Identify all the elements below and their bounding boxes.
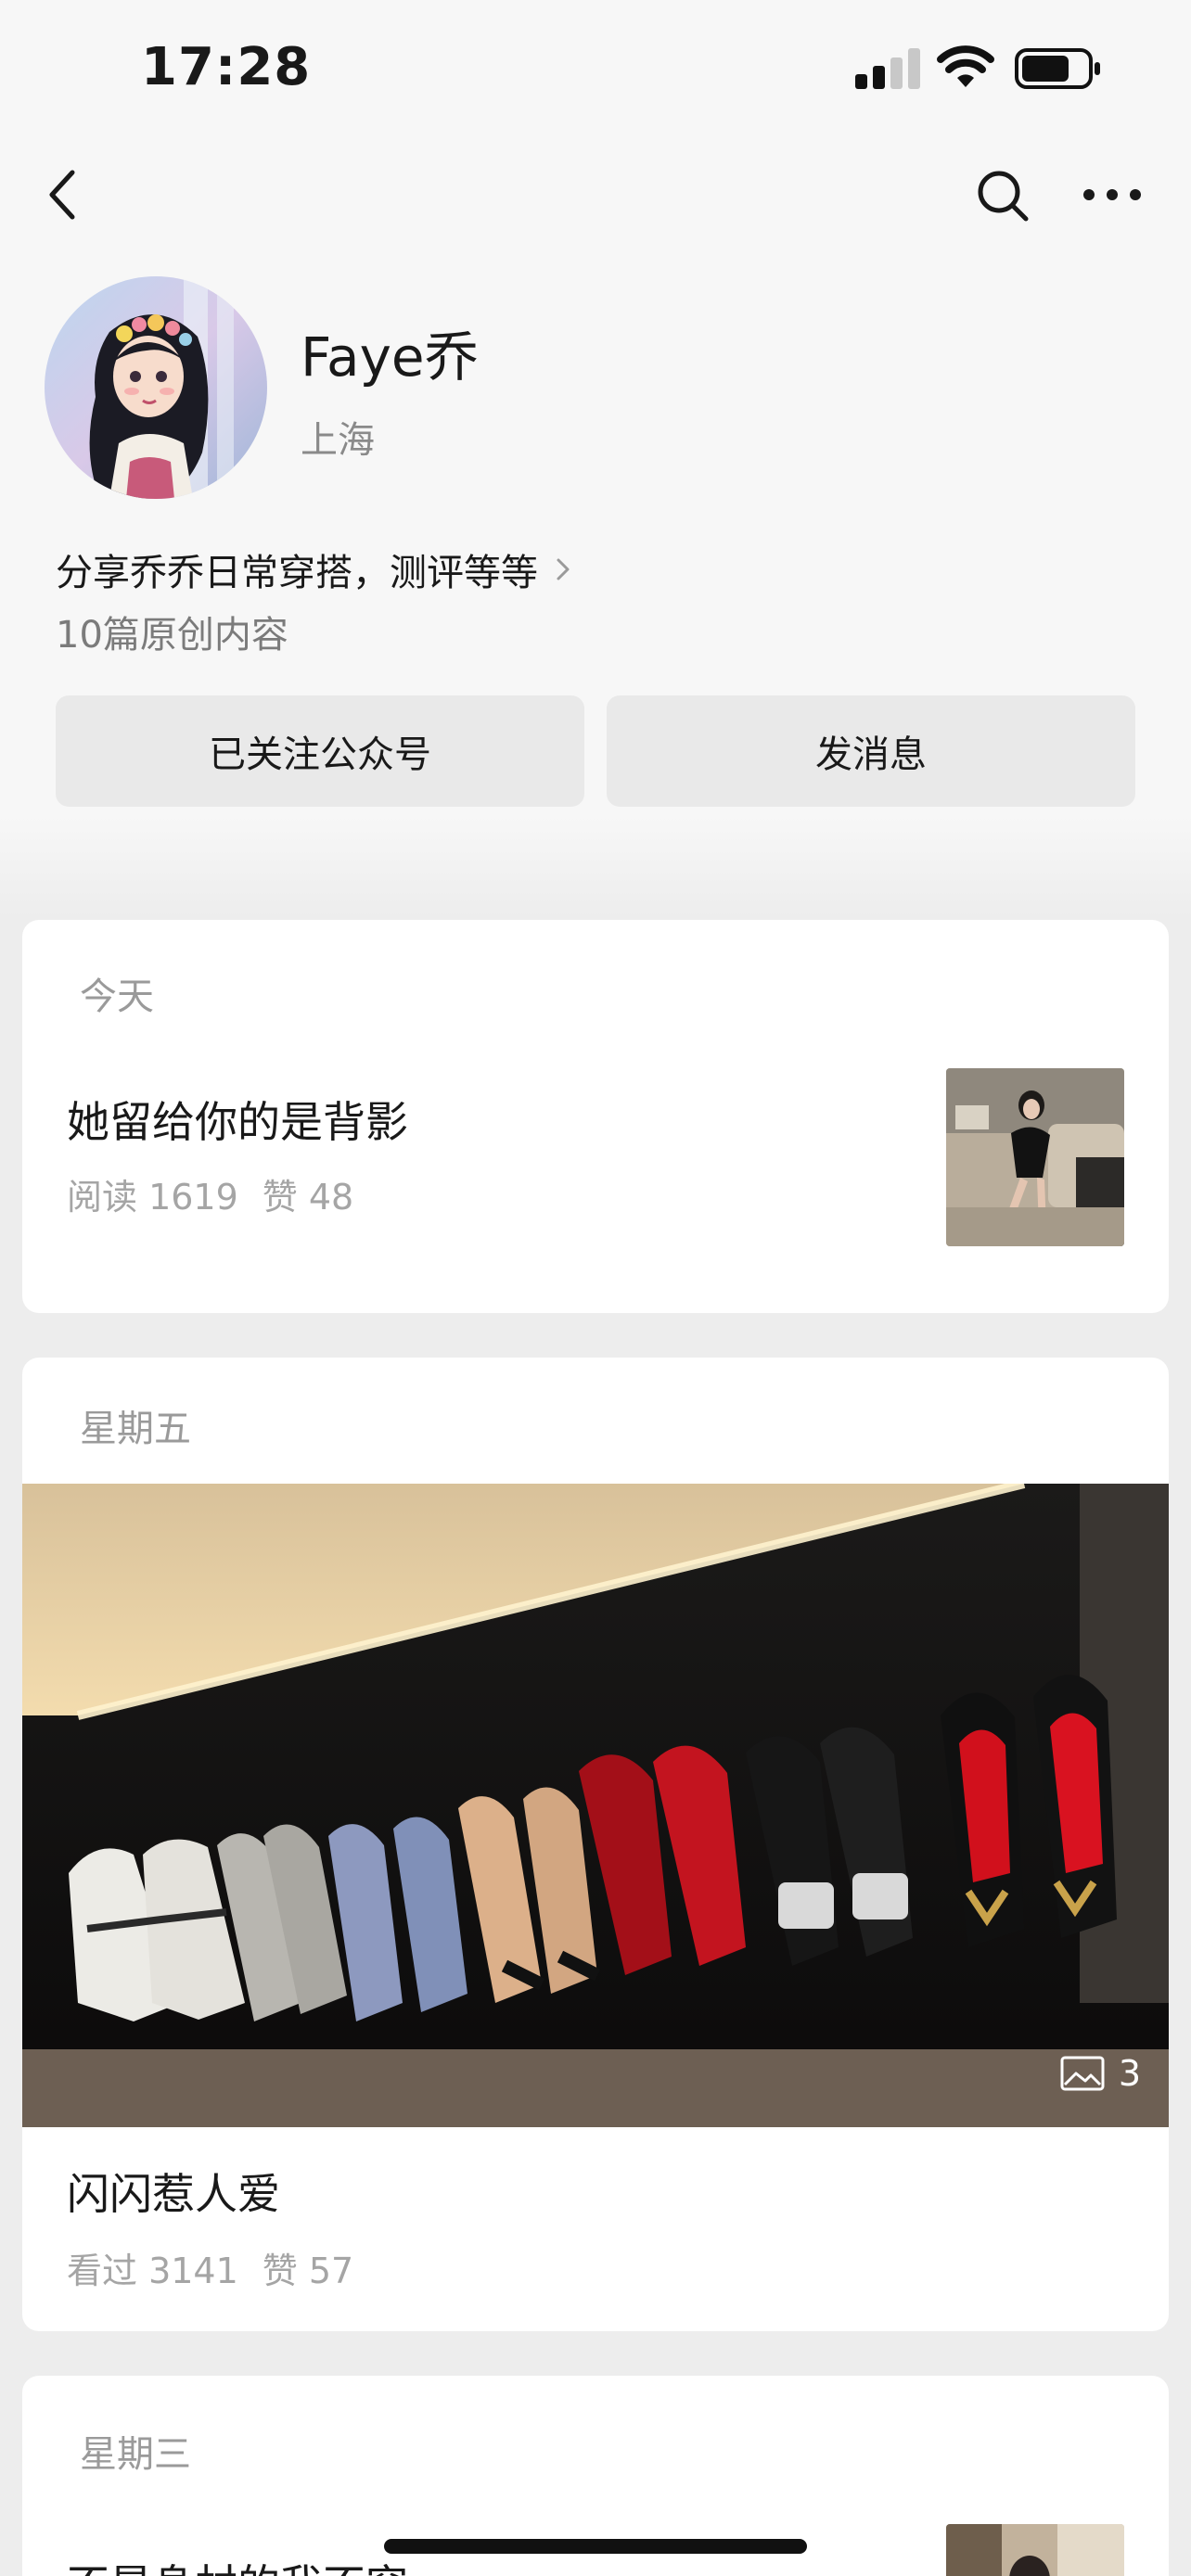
send-message-button[interactable]: 发消息 bbox=[607, 695, 1135, 807]
article-likes: 赞 57 bbox=[262, 2251, 354, 2291]
article-likes: 赞 48 bbox=[262, 1177, 354, 1218]
article-title[interactable]: 闪闪惹人爱 bbox=[67, 2161, 280, 2222]
profile-header: 17:28 Faye乔 上海 分享乔乔日常穿搭，测评等等 10篇原创内容 已关注… bbox=[0, 0, 1191, 918]
search-icon[interactable] bbox=[970, 163, 1035, 228]
account-name: Faye乔 bbox=[301, 325, 479, 389]
article-thumbnail[interactable] bbox=[946, 2524, 1124, 2576]
image-gallery-icon bbox=[1060, 2056, 1105, 2091]
status-time: 17:28 bbox=[141, 37, 312, 97]
avatar[interactable] bbox=[45, 276, 267, 499]
photo-count: 3 bbox=[1118, 2053, 1141, 2094]
more-icon[interactable] bbox=[1080, 174, 1145, 215]
back-icon[interactable] bbox=[35, 161, 91, 228]
account-location: 上海 bbox=[301, 419, 375, 462]
wifi-icon bbox=[937, 45, 994, 87]
article-cover-image[interactable]: 3 bbox=[22, 1484, 1169, 2127]
article-card[interactable]: 星期五 3 闪闪惹人爱 看过 3141 赞 57 bbox=[22, 1358, 1169, 2331]
chevron-right-icon bbox=[557, 558, 570, 580]
article-date: 今天 bbox=[80, 976, 154, 1018]
article-title[interactable]: 她留给你的是背影 bbox=[67, 1089, 408, 1150]
article-stats: 阅读 1619 赞 48 bbox=[67, 1168, 353, 1219]
battery-icon bbox=[1015, 48, 1100, 89]
article-title[interactable]: 不是身材的我不穿 bbox=[67, 2552, 408, 2576]
article-thumbnail[interactable] bbox=[946, 1068, 1124, 1246]
account-bio[interactable]: 分享乔乔日常穿搭，测评等等 bbox=[56, 542, 575, 597]
article-date: 星期五 bbox=[80, 1408, 191, 1450]
official-account-profile-page: 17:28 Faye乔 上海 分享乔乔日常穿搭，测评等等 10篇原创内容 已关注… bbox=[0, 0, 1191, 2576]
navigation-bar bbox=[0, 148, 1191, 241]
article-stats: 看过 3141 赞 57 bbox=[67, 2242, 353, 2293]
photo-count-badge: 3 bbox=[1059, 2053, 1141, 2094]
article-date: 星期三 bbox=[80, 2433, 191, 2476]
home-indicator bbox=[384, 2539, 807, 2554]
bio-text: 分享乔乔日常穿搭，测评等等 bbox=[56, 552, 538, 594]
cellular-signal-icon bbox=[855, 48, 920, 89]
status-bar: 17:28 bbox=[0, 0, 1191, 139]
original-article-count: 10篇原创内容 bbox=[56, 614, 288, 657]
article-reads: 看过 3141 bbox=[67, 2251, 238, 2291]
followed-account-button[interactable]: 已关注公众号 bbox=[56, 695, 584, 807]
article-reads: 阅读 1619 bbox=[67, 1177, 238, 1218]
article-card[interactable]: 今天 她留给你的是背影 阅读 1619 赞 48 bbox=[22, 920, 1169, 1313]
